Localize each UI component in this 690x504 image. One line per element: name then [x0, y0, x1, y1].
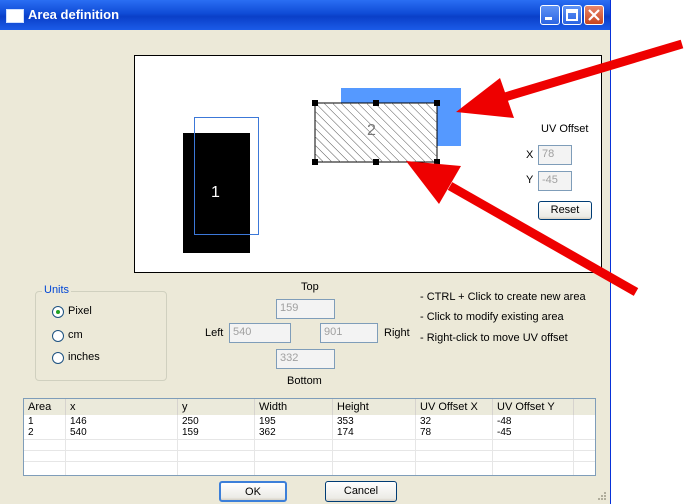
units-legend: Units [42, 284, 72, 296]
uv-offset-x-field[interactable]: 78 [538, 145, 572, 165]
table-row[interactable]: 2 540 159 362 174 78 -45 [24, 427, 595, 438]
col-divider [177, 415, 178, 475]
areas-table[interactable]: Area x y Width Height UV Offset X UV Off… [23, 398, 596, 476]
row-divider [24, 461, 595, 462]
cell-area: 1 [28, 416, 34, 427]
close-button[interactable] [584, 5, 604, 25]
maximize-icon [566, 9, 578, 21]
col-header-height[interactable]: Height [333, 399, 416, 415]
area-1-label: 1 [211, 184, 220, 201]
units-cm-label: cm [68, 329, 83, 341]
left-field[interactable]: 540 [229, 323, 291, 343]
cancel-button[interactable]: Cancel [325, 481, 397, 502]
bottom-field[interactable]: 332 [276, 349, 335, 369]
help-text-move: - Right-click to move UV offset [420, 332, 568, 344]
units-cm-radio[interactable] [52, 330, 64, 342]
col-header-area[interactable]: Area [24, 399, 66, 415]
cell-uv-y: -48 [497, 416, 512, 427]
col-divider [254, 415, 255, 475]
units-pixel-label: Pixel [68, 305, 92, 317]
bottom-label: Bottom [287, 375, 322, 387]
col-header-filler [574, 399, 595, 415]
cell-width: 195 [259, 416, 276, 427]
reset-button[interactable]: Reset [538, 201, 592, 220]
right-field[interactable]: 901 [320, 323, 378, 343]
cell-x: 540 [70, 427, 87, 438]
close-icon [588, 9, 600, 21]
cell-height: 353 [337, 416, 354, 427]
uv-offset-title: UV Offset [541, 123, 589, 135]
window-title: Area definition [28, 7, 120, 22]
minimize-button[interactable] [540, 5, 560, 25]
top-field[interactable]: 159 [276, 299, 335, 319]
cell-area: 2 [28, 427, 34, 438]
col-header-y[interactable]: y [178, 399, 255, 415]
maximize-button[interactable] [562, 5, 582, 25]
col-divider [573, 415, 574, 475]
cell-height: 174 [337, 427, 354, 438]
cell-uv-y: -45 [497, 427, 512, 438]
help-text-create: - CTRL + Click to create new area [420, 291, 586, 303]
units-inches-radio[interactable] [52, 352, 64, 364]
uv-x-label: X [526, 149, 534, 161]
row-divider [24, 439, 595, 440]
uv-offset-y-field[interactable]: -45 [538, 171, 572, 191]
units-pixel-radio[interactable] [52, 306, 64, 318]
uv-y-label: Y [526, 174, 534, 186]
col-header-width[interactable]: Width [255, 399, 333, 415]
resize-grip-icon[interactable] [596, 490, 608, 502]
area-2-selection[interactable] [312, 100, 440, 166]
col-divider [415, 415, 416, 475]
col-divider [492, 415, 493, 475]
cell-uv-x: 78 [420, 427, 432, 438]
cell-y: 159 [182, 427, 199, 438]
cell-width: 362 [259, 427, 276, 438]
col-header-uv-x[interactable]: UV Offset X [416, 399, 493, 415]
col-divider [332, 415, 333, 475]
col-header-uv-y[interactable]: UV Offset Y [493, 399, 574, 415]
col-header-x[interactable]: x [66, 399, 178, 415]
cell-x: 146 [70, 416, 87, 427]
cell-y: 250 [182, 416, 199, 427]
window-icon [6, 9, 24, 23]
top-label: Top [301, 281, 319, 293]
ok-button[interactable]: OK [219, 481, 287, 502]
right-label: Right [384, 327, 410, 339]
table-row[interactable]: 1 146 250 195 353 32 -48 [24, 416, 595, 427]
units-inches-label: inches [68, 351, 100, 363]
minimize-icon [545, 17, 552, 20]
help-text-modify: - Click to modify existing area [420, 311, 564, 323]
left-label: Left [205, 327, 224, 339]
area-2-label: 2 [367, 122, 376, 139]
cell-uv-x: 32 [420, 416, 432, 427]
area-1-uv-outline [194, 117, 259, 235]
row-divider [24, 450, 595, 451]
col-divider [65, 415, 66, 475]
